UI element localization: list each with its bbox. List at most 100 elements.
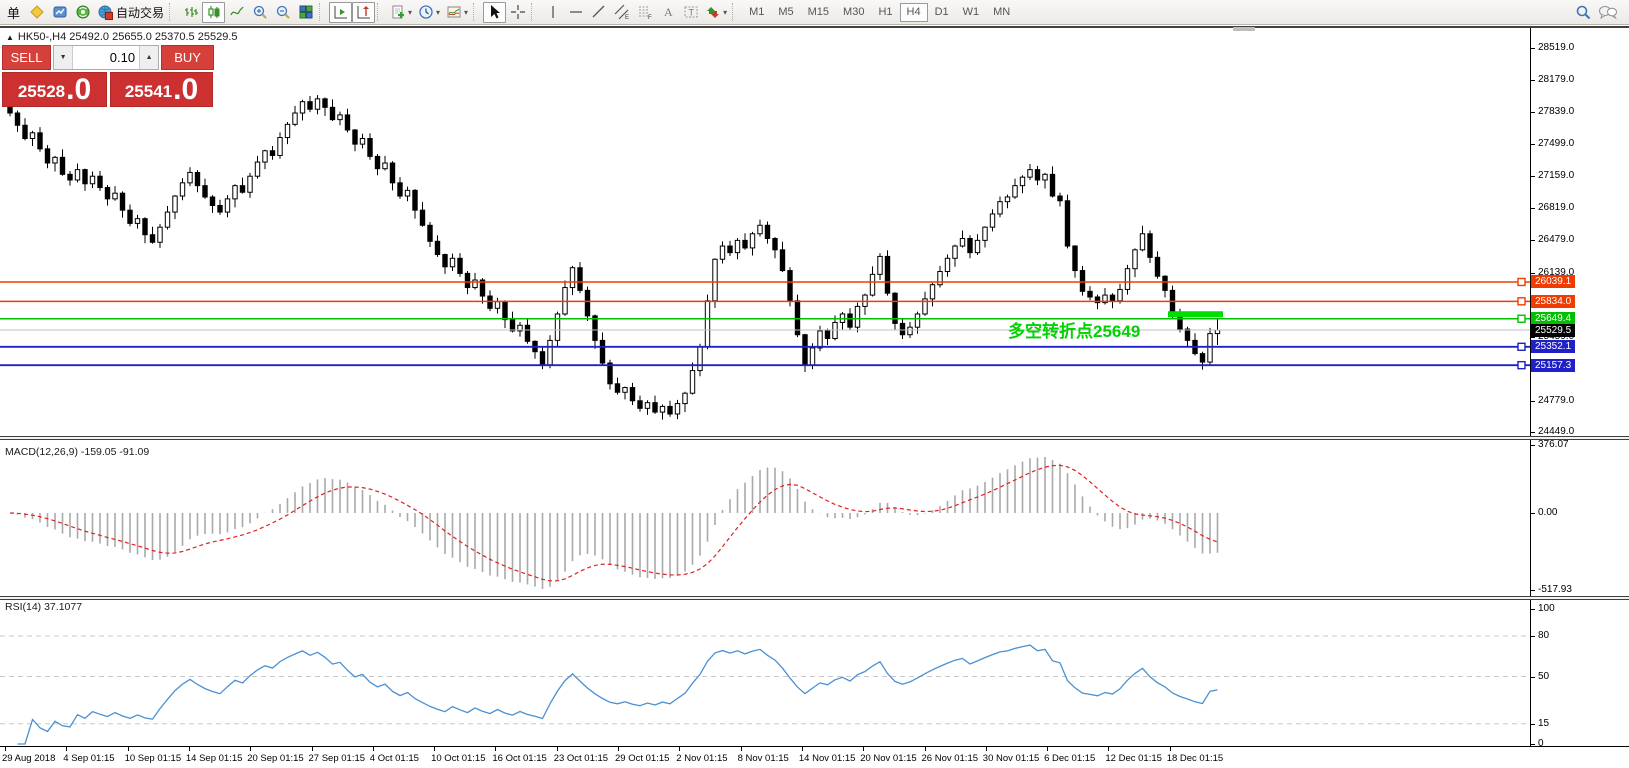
- signal-icon: [75, 4, 91, 20]
- templates-icon: [446, 4, 462, 20]
- new-order-button[interactable]: 单: [2, 2, 25, 23]
- clock-icon: [418, 4, 434, 20]
- price-level-label[interactable]: 25529.5: [1531, 324, 1575, 337]
- tf-m15-button[interactable]: M15: [801, 3, 836, 22]
- search-icon: [1575, 4, 1592, 21]
- tf-mn-button[interactable]: MN: [986, 3, 1017, 22]
- macd-axis-label: 0.00: [1538, 507, 1557, 518]
- arrows-button[interactable]: ▾: [702, 2, 730, 23]
- candlestick-chart-button[interactable]: [202, 2, 225, 23]
- horizontal-scrollbar[interactable]: [1233, 27, 1255, 31]
- tf-h4-button[interactable]: H4: [900, 3, 928, 22]
- tf-d1-button[interactable]: D1: [928, 3, 956, 22]
- price-level-label[interactable]: 25157.3: [1531, 359, 1575, 372]
- buy-button[interactable]: BUY: [161, 45, 214, 70]
- fibonacci-button[interactable]: F: [633, 2, 656, 23]
- volume-input[interactable]: [73, 46, 139, 69]
- trendline-icon: [591, 4, 607, 20]
- main-price-chart[interactable]: [0, 28, 1530, 436]
- time-axis-label: 14 Nov 01:15: [799, 753, 856, 764]
- templates-button[interactable]: ▾: [443, 2, 471, 23]
- line-chart-button[interactable]: [225, 2, 248, 23]
- chart-annotation-text[interactable]: 多空转折点25649: [1008, 317, 1140, 342]
- zoom-in-button[interactable]: [248, 2, 271, 23]
- crosshair-button[interactable]: [506, 2, 529, 23]
- search-button[interactable]: [1572, 2, 1595, 23]
- svg-text:T: T: [688, 8, 694, 18]
- volume-decrease-button[interactable]: ▼: [54, 46, 73, 69]
- macd-axis-label: 376.07: [1538, 439, 1569, 450]
- rsi-axis-tick: [1530, 724, 1535, 725]
- tf-h1-button[interactable]: H1: [871, 3, 899, 22]
- sell-button[interactable]: SELL: [2, 45, 51, 70]
- time-axis-label: 12 Dec 01:15: [1105, 753, 1162, 764]
- chart-shift-icon: [356, 4, 372, 20]
- panel-splitter[interactable]: [0, 436, 1629, 440]
- time-axis-tick: [925, 747, 926, 751]
- crosshair-icon: [510, 4, 526, 20]
- sell-price-display[interactable]: 25528 .0: [2, 72, 107, 107]
- time-axis-label: 4 Sep 01:15: [63, 753, 114, 764]
- chart-title-text: HK50-,H4 25492.0 25655.0 25370.5 25529.5: [18, 31, 238, 43]
- zoom-out-button[interactable]: [271, 2, 294, 23]
- time-axis[interactable]: 29 Aug 20184 Sep 01:1510 Sep 01:1514 Sep…: [0, 746, 1629, 768]
- periods-button[interactable]: ▾: [415, 2, 443, 23]
- signals-button[interactable]: [71, 2, 94, 23]
- cursor-button[interactable]: [483, 2, 506, 23]
- time-axis-tick: [618, 747, 619, 751]
- price-level-label[interactable]: 25352.1: [1531, 340, 1575, 353]
- options-button[interactable]: [48, 2, 71, 23]
- macd-signal-line: [10, 465, 1218, 581]
- macd-axis-tick: [1530, 445, 1535, 446]
- chart-shift-button[interactable]: [352, 2, 375, 23]
- text-button[interactable]: A: [656, 2, 679, 23]
- tf-m30-button[interactable]: M30: [836, 3, 871, 22]
- tf-w1-button[interactable]: W1: [956, 3, 987, 22]
- trendline-button[interactable]: [587, 2, 610, 23]
- metaeditor-icon: [29, 4, 45, 20]
- time-axis-tick: [557, 747, 558, 751]
- autotrading-icon: [97, 4, 113, 20]
- toolbar-separator: [169, 3, 177, 21]
- price-axis-tick: [1530, 144, 1535, 145]
- svg-text:F: F: [648, 15, 652, 20]
- chat-icon: [1598, 4, 1618, 20]
- horizontal-line-button[interactable]: [564, 2, 587, 23]
- metaeditor-button[interactable]: [25, 2, 48, 23]
- channel-button[interactable]: E: [610, 2, 633, 23]
- volume-increase-button[interactable]: ▲: [139, 46, 158, 69]
- rsi-axis-label: 80: [1538, 630, 1549, 641]
- vertical-line-button[interactable]: [541, 2, 564, 23]
- label-button[interactable]: T: [679, 2, 702, 23]
- indicators-button[interactable]: ▾: [387, 2, 415, 23]
- auto-scroll-button[interactable]: [329, 2, 352, 23]
- chat-button[interactable]: [1595, 2, 1621, 23]
- buy-price-display[interactable]: 25541 .0: [110, 72, 213, 107]
- autotrading-button[interactable]: 自动交易: [94, 2, 167, 23]
- time-axis-label: 23 Oct 01:15: [554, 753, 608, 764]
- bar-chart-button[interactable]: [179, 2, 202, 23]
- price-axis-tick: [1530, 48, 1535, 49]
- tile-windows-button[interactable]: [294, 2, 317, 23]
- rsi-axis-label: 50: [1538, 671, 1549, 682]
- time-axis-tick: [312, 747, 313, 751]
- horizontal-line-icon: [568, 4, 584, 20]
- mt4-window: 单 自动交易: [0, 0, 1629, 768]
- time-axis-label: 6 Dec 01:15: [1044, 753, 1095, 764]
- rsi-panel-chart[interactable]: [0, 600, 1530, 746]
- price-level-label[interactable]: 25834.0: [1531, 295, 1575, 308]
- line-anchor-marker: [1518, 343, 1525, 350]
- time-axis-tick: [434, 747, 435, 751]
- time-axis-tick: [495, 747, 496, 751]
- rsi-axis-label: 15: [1538, 718, 1549, 729]
- candlestick-icon: [206, 4, 222, 20]
- price-level-label[interactable]: 26039.1: [1531, 275, 1575, 288]
- tf-m5-button[interactable]: M5: [771, 3, 800, 22]
- macd-label: MACD(12,26,9) -159.05 -91.09: [5, 446, 149, 458]
- tf-m1-button[interactable]: M1: [742, 3, 771, 22]
- text-icon: A: [660, 4, 676, 20]
- time-axis-tick: [1170, 747, 1171, 751]
- panel-splitter[interactable]: [0, 596, 1629, 600]
- macd-panel-chart[interactable]: [0, 440, 1530, 596]
- svg-text:E: E: [625, 15, 629, 20]
